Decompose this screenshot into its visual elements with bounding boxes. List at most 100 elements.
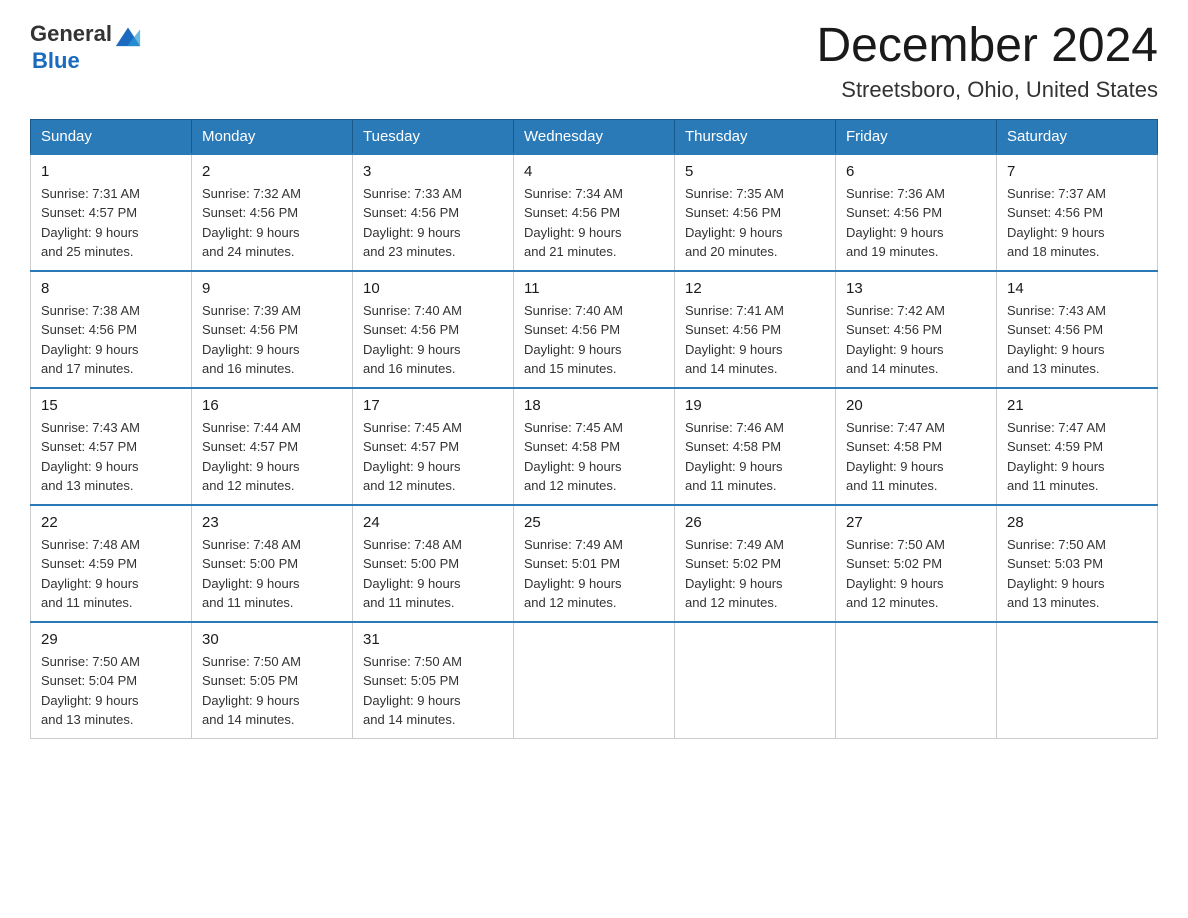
day-number: 8 xyxy=(41,280,181,297)
day-number: 13 xyxy=(846,280,986,297)
page-header: General Blue December 2024 Streetsboro, … xyxy=(30,20,1158,103)
day-number: 4 xyxy=(524,163,664,180)
day-info: Sunrise: 7:49 AMSunset: 5:01 PMDaylight:… xyxy=(524,535,664,613)
day-number: 30 xyxy=(202,631,342,648)
day-number: 16 xyxy=(202,397,342,414)
calendar-cell: 4 Sunrise: 7:34 AMSunset: 4:56 PMDayligh… xyxy=(514,154,675,271)
day-number: 14 xyxy=(1007,280,1147,297)
day-number: 7 xyxy=(1007,163,1147,180)
logo-icon xyxy=(114,20,142,48)
day-number: 2 xyxy=(202,163,342,180)
calendar-cell: 27 Sunrise: 7:50 AMSunset: 5:02 PMDaylig… xyxy=(836,505,997,622)
calendar-cell: 23 Sunrise: 7:48 AMSunset: 5:00 PMDaylig… xyxy=(192,505,353,622)
calendar-cell: 18 Sunrise: 7:45 AMSunset: 4:58 PMDaylig… xyxy=(514,388,675,505)
calendar-cell: 21 Sunrise: 7:47 AMSunset: 4:59 PMDaylig… xyxy=(997,388,1158,505)
header-saturday: Saturday xyxy=(997,119,1158,154)
day-number: 3 xyxy=(363,163,503,180)
calendar-cell: 29 Sunrise: 7:50 AMSunset: 5:04 PMDaylig… xyxy=(31,622,192,739)
calendar-table: Sunday Monday Tuesday Wednesday Thursday… xyxy=(30,119,1158,739)
header-monday: Monday xyxy=(192,119,353,154)
header-sunday: Sunday xyxy=(31,119,192,154)
calendar-cell: 19 Sunrise: 7:46 AMSunset: 4:58 PMDaylig… xyxy=(675,388,836,505)
day-info: Sunrise: 7:31 AMSunset: 4:57 PMDaylight:… xyxy=(41,184,181,262)
day-number: 20 xyxy=(846,397,986,414)
day-info: Sunrise: 7:47 AMSunset: 4:59 PMDaylight:… xyxy=(1007,418,1147,496)
day-number: 26 xyxy=(685,514,825,531)
day-info: Sunrise: 7:50 AMSunset: 5:04 PMDaylight:… xyxy=(41,652,181,730)
calendar-cell: 15 Sunrise: 7:43 AMSunset: 4:57 PMDaylig… xyxy=(31,388,192,505)
calendar-cell: 1 Sunrise: 7:31 AMSunset: 4:57 PMDayligh… xyxy=(31,154,192,271)
calendar-week-row: 1 Sunrise: 7:31 AMSunset: 4:57 PMDayligh… xyxy=(31,154,1158,271)
day-number: 21 xyxy=(1007,397,1147,414)
day-info: Sunrise: 7:40 AMSunset: 4:56 PMDaylight:… xyxy=(524,301,664,379)
day-info: Sunrise: 7:36 AMSunset: 4:56 PMDaylight:… xyxy=(846,184,986,262)
day-number: 17 xyxy=(363,397,503,414)
calendar-cell: 16 Sunrise: 7:44 AMSunset: 4:57 PMDaylig… xyxy=(192,388,353,505)
day-info: Sunrise: 7:43 AMSunset: 4:56 PMDaylight:… xyxy=(1007,301,1147,379)
day-number: 25 xyxy=(524,514,664,531)
day-info: Sunrise: 7:49 AMSunset: 5:02 PMDaylight:… xyxy=(685,535,825,613)
calendar-cell xyxy=(997,622,1158,739)
day-info: Sunrise: 7:38 AMSunset: 4:56 PMDaylight:… xyxy=(41,301,181,379)
calendar-cell: 2 Sunrise: 7:32 AMSunset: 4:56 PMDayligh… xyxy=(192,154,353,271)
header-friday: Friday xyxy=(836,119,997,154)
calendar-cell: 14 Sunrise: 7:43 AMSunset: 4:56 PMDaylig… xyxy=(997,271,1158,388)
day-number: 12 xyxy=(685,280,825,297)
day-number: 15 xyxy=(41,397,181,414)
calendar-cell: 12 Sunrise: 7:41 AMSunset: 4:56 PMDaylig… xyxy=(675,271,836,388)
day-info: Sunrise: 7:48 AMSunset: 5:00 PMDaylight:… xyxy=(363,535,503,613)
day-info: Sunrise: 7:44 AMSunset: 4:57 PMDaylight:… xyxy=(202,418,342,496)
day-info: Sunrise: 7:45 AMSunset: 4:57 PMDaylight:… xyxy=(363,418,503,496)
day-number: 31 xyxy=(363,631,503,648)
day-info: Sunrise: 7:47 AMSunset: 4:58 PMDaylight:… xyxy=(846,418,986,496)
calendar-cell: 25 Sunrise: 7:49 AMSunset: 5:01 PMDaylig… xyxy=(514,505,675,622)
day-info: Sunrise: 7:48 AMSunset: 5:00 PMDaylight:… xyxy=(202,535,342,613)
calendar-cell: 6 Sunrise: 7:36 AMSunset: 4:56 PMDayligh… xyxy=(836,154,997,271)
day-info: Sunrise: 7:48 AMSunset: 4:59 PMDaylight:… xyxy=(41,535,181,613)
logo-general-text: General xyxy=(30,21,112,47)
calendar-cell: 26 Sunrise: 7:49 AMSunset: 5:02 PMDaylig… xyxy=(675,505,836,622)
day-number: 11 xyxy=(524,280,664,297)
day-info: Sunrise: 7:40 AMSunset: 4:56 PMDaylight:… xyxy=(363,301,503,379)
day-info: Sunrise: 7:32 AMSunset: 4:56 PMDaylight:… xyxy=(202,184,342,262)
day-info: Sunrise: 7:50 AMSunset: 5:03 PMDaylight:… xyxy=(1007,535,1147,613)
day-number: 29 xyxy=(41,631,181,648)
calendar-cell xyxy=(836,622,997,739)
calendar-cell xyxy=(675,622,836,739)
day-number: 6 xyxy=(846,163,986,180)
logo: General Blue xyxy=(30,20,142,74)
day-number: 23 xyxy=(202,514,342,531)
day-number: 24 xyxy=(363,514,503,531)
day-number: 28 xyxy=(1007,514,1147,531)
day-info: Sunrise: 7:35 AMSunset: 4:56 PMDaylight:… xyxy=(685,184,825,262)
calendar-cell: 8 Sunrise: 7:38 AMSunset: 4:56 PMDayligh… xyxy=(31,271,192,388)
day-info: Sunrise: 7:50 AMSunset: 5:05 PMDaylight:… xyxy=(363,652,503,730)
calendar-cell xyxy=(514,622,675,739)
calendar-cell: 20 Sunrise: 7:47 AMSunset: 4:58 PMDaylig… xyxy=(836,388,997,505)
day-info: Sunrise: 7:39 AMSunset: 4:56 PMDaylight:… xyxy=(202,301,342,379)
calendar-week-row: 15 Sunrise: 7:43 AMSunset: 4:57 PMDaylig… xyxy=(31,388,1158,505)
day-number: 27 xyxy=(846,514,986,531)
weekday-header-row: Sunday Monday Tuesday Wednesday Thursday… xyxy=(31,119,1158,154)
day-info: Sunrise: 7:45 AMSunset: 4:58 PMDaylight:… xyxy=(524,418,664,496)
calendar-week-row: 29 Sunrise: 7:50 AMSunset: 5:04 PMDaylig… xyxy=(31,622,1158,739)
header-tuesday: Tuesday xyxy=(353,119,514,154)
calendar-week-row: 22 Sunrise: 7:48 AMSunset: 4:59 PMDaylig… xyxy=(31,505,1158,622)
header-thursday: Thursday xyxy=(675,119,836,154)
day-info: Sunrise: 7:34 AMSunset: 4:56 PMDaylight:… xyxy=(524,184,664,262)
day-number: 19 xyxy=(685,397,825,414)
calendar-title: December 2024 xyxy=(816,20,1158,73)
header-wednesday: Wednesday xyxy=(514,119,675,154)
calendar-cell: 10 Sunrise: 7:40 AMSunset: 4:56 PMDaylig… xyxy=(353,271,514,388)
logo-blue-text: Blue xyxy=(32,48,80,73)
calendar-cell: 22 Sunrise: 7:48 AMSunset: 4:59 PMDaylig… xyxy=(31,505,192,622)
calendar-week-row: 8 Sunrise: 7:38 AMSunset: 4:56 PMDayligh… xyxy=(31,271,1158,388)
day-info: Sunrise: 7:42 AMSunset: 4:56 PMDaylight:… xyxy=(846,301,986,379)
day-number: 9 xyxy=(202,280,342,297)
calendar-cell: 7 Sunrise: 7:37 AMSunset: 4:56 PMDayligh… xyxy=(997,154,1158,271)
calendar-cell: 9 Sunrise: 7:39 AMSunset: 4:56 PMDayligh… xyxy=(192,271,353,388)
day-number: 18 xyxy=(524,397,664,414)
calendar-cell: 5 Sunrise: 7:35 AMSunset: 4:56 PMDayligh… xyxy=(675,154,836,271)
calendar-cell: 28 Sunrise: 7:50 AMSunset: 5:03 PMDaylig… xyxy=(997,505,1158,622)
calendar-cell: 17 Sunrise: 7:45 AMSunset: 4:57 PMDaylig… xyxy=(353,388,514,505)
